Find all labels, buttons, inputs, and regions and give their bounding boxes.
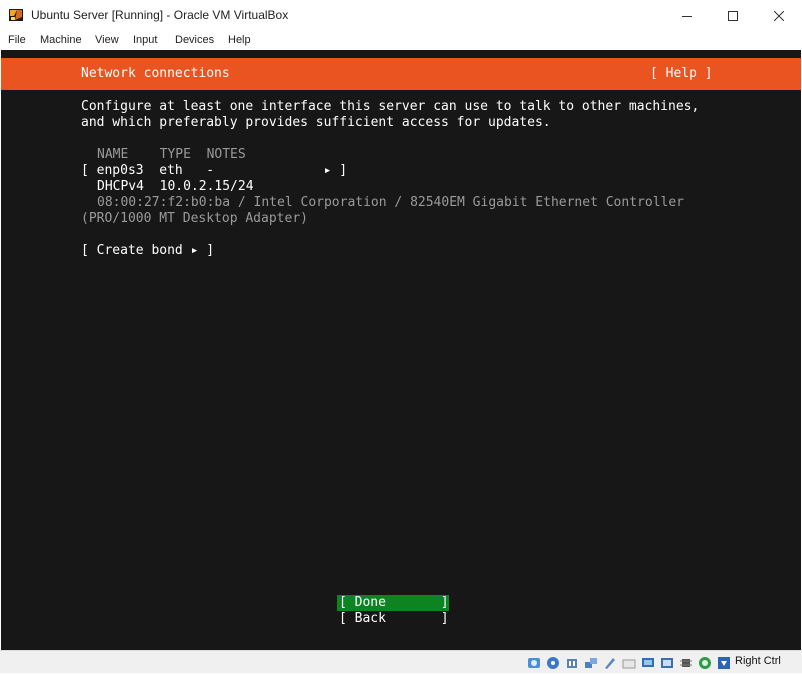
menu-devices[interactable]: Devices <box>175 34 214 46</box>
interface-hardware-info-cont: (PRO/1000 MT Desktop Adapter) <box>81 211 308 226</box>
page-title: Network connections <box>81 66 230 81</box>
optical-drive-icon[interactable] <box>546 655 560 669</box>
close-button[interactable] <box>756 0 802 32</box>
menubar: File Machine View Input Devices Help <box>0 32 802 50</box>
interface-dhcp-address: DHCPv4 10.0.2.15/24 <box>97 179 254 194</box>
done-button[interactable]: [ Done ] <box>337 595 449 611</box>
menu-file[interactable]: File <box>8 34 26 46</box>
usb-icon[interactable] <box>603 655 617 669</box>
maximize-icon <box>728 11 738 21</box>
minimize-icon <box>682 16 692 17</box>
vm-screen[interactable]: Network connections [ Help ] Configure a… <box>1 50 801 650</box>
display-icon[interactable] <box>641 655 655 669</box>
cpu-icon[interactable] <box>679 655 693 669</box>
menu-input[interactable]: Input <box>133 34 157 46</box>
host-key-arrow-icon[interactable] <box>717 655 731 669</box>
help-button[interactable]: [ Help ] <box>650 66 713 81</box>
mouse-integration-icon[interactable] <box>698 655 712 669</box>
window-titlebar: Ubuntu Server [Running] - Oracle VM Virt… <box>0 0 802 32</box>
window-title: Ubuntu Server [Running] - Oracle VM Virt… <box>31 8 289 22</box>
network-icon[interactable] <box>584 655 598 669</box>
menu-machine[interactable]: Machine <box>40 34 82 46</box>
interface-row-enp0s3[interactable]: [ enp0s3 eth - ▸ ] <box>81 163 347 179</box>
interface-table-header: NAME TYPE NOTES <box>97 147 246 162</box>
done-button-label: [ Done ] <box>339 595 449 610</box>
menu-view[interactable]: View <box>95 34 119 46</box>
back-button-label: [ Back ] <box>339 611 449 626</box>
create-bond-button[interactable]: [ Create bond ▸ ] <box>81 243 214 259</box>
host-key-label: Right Ctrl <box>735 655 781 667</box>
shared-folders-icon[interactable] <box>622 655 636 669</box>
close-icon <box>774 11 784 21</box>
menu-help[interactable]: Help <box>228 34 251 46</box>
intro-text-line-1: Configure at least one interface this se… <box>81 99 700 114</box>
back-button[interactable]: [ Back ] <box>337 611 449 627</box>
interface-hardware-info: 08:00:27:f2:b0:ba / Intel Corporation / … <box>97 195 684 210</box>
audio-icon[interactable] <box>565 655 579 669</box>
video-capture-icon[interactable] <box>660 655 674 669</box>
minimize-button[interactable] <box>664 0 710 32</box>
hard-disk-icon[interactable] <box>527 655 541 669</box>
vm-statusbar: Right Ctrl <box>0 650 802 673</box>
virtualbox-icon <box>8 7 24 23</box>
intro-text-line-2: and which preferably provides sufficient… <box>81 115 551 130</box>
installer-header: Network connections [ Help ] <box>1 58 801 90</box>
maximize-button[interactable] <box>710 0 756 32</box>
